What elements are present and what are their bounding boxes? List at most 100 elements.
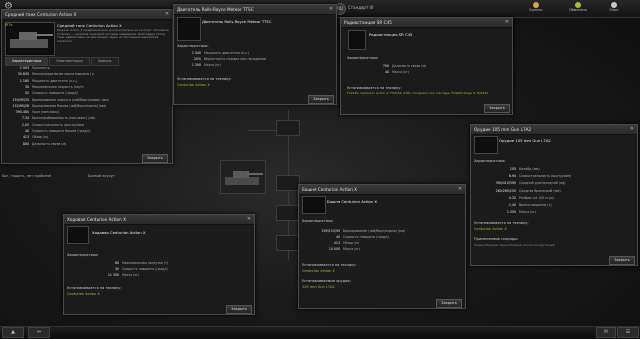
stats-header: Характеристики: — [474, 159, 506, 163]
server-select[interactable]: Стандарт ІІІ — [348, 5, 373, 10]
tank-description: Модель Action X предназначена исключител… — [57, 29, 169, 43]
tier-badge: ЯП'а — [5, 23, 13, 27]
close-icon[interactable]: ✕ — [328, 6, 334, 12]
stat-row: 260/260/250 Средняя бронепроб (мм) — [495, 188, 561, 193]
account-info: Бог, тащить, нет проблем! — [2, 174, 52, 178]
stat-row: 7.34 Бронепробиваемость (мин-макс) (мм) — [21, 116, 96, 121]
close-icon[interactable]: ✕ — [457, 186, 463, 192]
gun-info-window: Орудие 105 mm Gun L7A2 ✕ Орудие 105 mm G… — [470, 124, 638, 266]
currency-exp[interactable]: Опыт — [596, 2, 632, 12]
chassis-info-window: Ходовая Centurion Action X ✕ Ходовая Cen… — [63, 214, 255, 315]
tree-node-engine[interactable] — [276, 205, 300, 221]
bottom-bar: ▲ ⇔ ✉ ☰ — [0, 326, 640, 339]
stat-row: 40 Масса (кг) — [384, 70, 410, 74]
stat-row: 390/410/390 Средний урон/средний (ед) — [495, 181, 566, 186]
close-icon[interactable]: ✕ — [629, 126, 635, 132]
currency-exchange[interactable]: Обменять — [560, 2, 596, 12]
chat-toggle-button[interactable]: ▲ — [2, 327, 24, 338]
close-button[interactable]: Закрыть — [436, 299, 462, 308]
mount-header: Устанавливается на технику: — [474, 221, 529, 225]
window-title: Ходовая Centurion Action X — [64, 215, 254, 225]
stat-row: 20% Вероятность пожара при попадании — [193, 57, 266, 61]
stat-row: 50 830 Масса/предельная масса машины (т) — [17, 72, 95, 77]
close-button[interactable]: Закрыть — [609, 256, 635, 265]
engine-name: Двигатель Rolls-Royce Meteor TTSC — [202, 19, 272, 24]
players-button[interactable]: ⇔ — [28, 327, 50, 338]
close-icon[interactable]: ✕ — [246, 216, 252, 222]
window-title: Орудие 105 mm Gun L7A2 — [471, 125, 637, 135]
stat-row: 150/95/25 Бронирование корпуса (лоб/борт/… — [12, 97, 109, 102]
account-info-2: Боевой акуоут — [88, 174, 115, 178]
stats-header: Характеристики: — [347, 56, 379, 60]
stat-row: 30 Скорость поворота (град/с) — [114, 267, 169, 271]
stats-header: Характеристики: — [67, 253, 99, 257]
stat-row: 6.90 Скорострельность (выстр/мин) — [508, 174, 572, 179]
mount-link[interactable]: Centurion Action X — [177, 83, 210, 87]
gun-icon — [474, 136, 498, 154]
radio-name: Радиостанция SR C45 — [369, 32, 413, 37]
close-button[interactable]: Закрыть — [142, 154, 168, 163]
stat-row: 413 Обзор (м) — [333, 241, 360, 245]
window-title: Средний танк Centurion Action X — [2, 10, 172, 20]
tab-crew[interactable]: Экипаж — [90, 57, 119, 66]
stat-row: 800 Дальность связи (м) — [22, 141, 67, 146]
stat-row: 2.05 Скорострельность (выстр/мин) — [21, 122, 85, 127]
close-button[interactable]: Закрыть — [226, 305, 252, 314]
mount-link[interactable]: Centurion Action X — [302, 269, 335, 273]
chassis-name: Ходовая Centurion Action X — [92, 230, 146, 235]
close-button[interactable]: Закрыть — [308, 95, 334, 104]
notifications-button[interactable]: ☰ — [617, 327, 639, 338]
guns-header: Устанавливаемые орудия: — [302, 279, 351, 283]
tank-image — [5, 22, 55, 56]
tank-name: Средний танк Centurion Action X — [57, 23, 122, 28]
turret-info-window: Башня Centurion Action X ✕ Башня Centuri… — [298, 184, 466, 309]
gun-name: Орудие 105 mm Gun L7A2 — [499, 138, 551, 143]
stat-row: 1 160 Мощность двигателя (л.с.) — [19, 78, 78, 83]
stat-row: 11 300 Масса (кг) — [107, 273, 140, 277]
stat-row: 105 Калибр (мм) — [509, 167, 540, 171]
stat-row: 195/152/95 Бронирование (лоб/борт/корма) … — [321, 229, 406, 233]
ammo-header: Применяемые снаряды: — [474, 237, 519, 241]
stat-row: 40 Скорость поворота башни (град/с) — [24, 129, 91, 133]
stat-row: 390-460 Урон (мин-макс) — [15, 110, 60, 115]
stat-row: 1.40 Время сведения (с) — [508, 203, 552, 207]
stats-header: Характеристики: — [302, 219, 334, 223]
stat-row: 1 040 Мощность двигателя (л.с.) — [191, 51, 250, 55]
stat-row: 152/95/26 Бронирование башни (лоб/борт/ко… — [12, 103, 107, 108]
engine-icon — [177, 17, 201, 41]
turret-name: Башня Centurion Action X — [327, 199, 377, 204]
tree-node-gun[interactable] — [276, 120, 300, 136]
tab-characteristics[interactable]: Характеристики — [5, 57, 49, 66]
tank-icon — [10, 32, 53, 48]
tank-tabs: Характеристики Комплектация Экипаж — [5, 57, 120, 66]
tab-equipment[interactable]: Комплектация — [49, 57, 90, 66]
mount-link[interactable]: Centurion Action X — [474, 227, 507, 231]
window-title: Башня Centurion Action X — [299, 185, 465, 195]
gun-link[interactable]: 105 mm Gun L7A2 — [302, 285, 335, 289]
tree-node-vehicle[interactable] — [220, 160, 266, 194]
close-button[interactable]: Закрыть — [484, 104, 510, 113]
stat-row: 413 Обзор (м) — [22, 135, 49, 140]
mount-list[interactable]: FV215b, Centurion Action X, FV215b (183)… — [347, 92, 507, 100]
radio-icon — [348, 30, 366, 50]
stat-row: 0.32 Разброс на 100 м (м) — [508, 195, 554, 200]
tree-node-turret[interactable] — [276, 175, 300, 191]
close-icon[interactable]: ✕ — [504, 19, 510, 25]
mount-header: Устанавливается на технику: — [177, 77, 232, 81]
stat-row: 1.300 Масса (кг) — [506, 210, 537, 215]
mount-header: Устанавливается на технику: — [347, 86, 402, 90]
engine-info-window: Двигатель Rolls-Royce Meteor TTSC ✕ Двиг… — [173, 4, 337, 105]
stat-row: 1 903 Прочность — [19, 66, 50, 70]
radio-info-window: Радиостанция SR C45 ✕ Радиостанция SR C4… — [340, 17, 513, 115]
close-icon[interactable]: ✕ — [164, 11, 170, 17]
mount-header: Устанавливается на технику: — [67, 286, 122, 290]
tree-node-radio[interactable] — [276, 235, 300, 251]
window-title: Двигатель Rolls-Royce Meteor TTSC — [174, 5, 336, 15]
stat-row: 14 000 Масса (кг) — [328, 247, 361, 251]
tank-icon — [225, 171, 263, 185]
chassis-icon — [67, 226, 89, 244]
mount-link[interactable]: Centurion Action X — [67, 292, 100, 296]
messages-button[interactable]: ✉ — [596, 327, 616, 338]
currency-buy[interactable]: Купить — [518, 2, 554, 12]
stat-row: 52 Скорость поворота (град/с) — [24, 91, 79, 96]
